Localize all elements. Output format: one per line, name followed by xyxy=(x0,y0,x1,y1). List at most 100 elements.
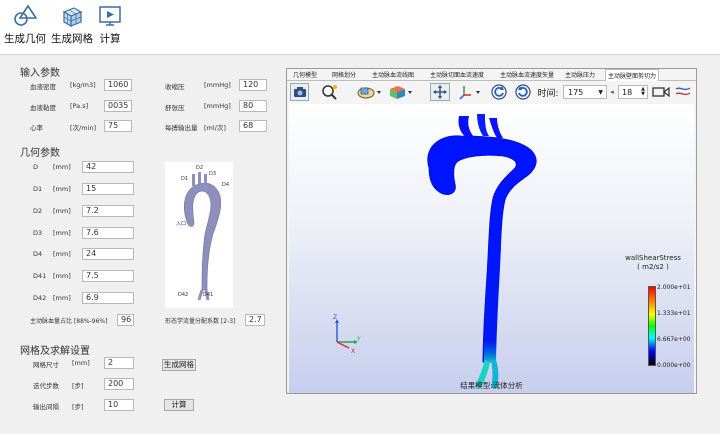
blood-density-unit: [kg/m3] xyxy=(70,81,96,89)
heart-rate-input[interactable]: 75 xyxy=(104,120,132,132)
d2-input[interactable]: 7.2 xyxy=(82,205,134,217)
flow-field-button[interactable] xyxy=(673,83,693,101)
diastolic-pressure-label: 舒张压 xyxy=(165,104,185,112)
mesh-params-title: 网格及求解设置 xyxy=(20,346,90,357)
flow-factor-label: 形态学流量分配系数 [2-3] xyxy=(165,318,236,325)
mesh-size-input[interactable]: 2 xyxy=(104,357,134,369)
d4-label: D4 xyxy=(33,250,43,258)
d4-input[interactable]: 24 xyxy=(82,248,134,260)
rotate-right-icon xyxy=(515,84,531,100)
d42-label: D42 xyxy=(33,294,47,302)
blood-density-input[interactable]: 1060 xyxy=(104,79,132,91)
geometry-params-title: 几何参数 xyxy=(20,148,60,159)
parameter-panel: 输入参数 血液密度 [kg/m3] 1060 收缩压 [mmHg] 120 血液… xyxy=(0,56,283,434)
color-map-button[interactable] xyxy=(387,83,415,101)
output-interval-label: 输出间隔 xyxy=(33,403,59,411)
time-select-arrows-icon[interactable]: ◂ xyxy=(609,83,615,101)
flow-field-icon xyxy=(675,87,691,96)
axis-y-label: Y xyxy=(357,336,361,343)
d41-unit: [mm] xyxy=(53,272,71,280)
d41-label: D41 xyxy=(33,272,47,280)
output-interval-unit: [步] xyxy=(72,403,84,411)
legend-tick-min: 0.000e+00 xyxy=(657,362,691,369)
move-arrows-icon xyxy=(433,85,447,99)
tab-mesh[interactable]: 网格划分 xyxy=(332,70,356,79)
tab-section-velocity[interactable]: 主动脉切面血流速度 xyxy=(430,70,484,79)
panel-calculate-button[interactable]: 计算 xyxy=(164,399,194,411)
time-select-value: 175 xyxy=(568,87,584,97)
generate-mesh-button[interactable]: 生成网格 xyxy=(51,2,93,46)
tab-pressure[interactable]: 主动脉压力 xyxy=(565,70,595,79)
flow-factor-input[interactable]: 2.7 xyxy=(245,314,265,326)
time-label: 时间: xyxy=(537,88,559,99)
iterations-input[interactable]: 200 xyxy=(104,378,134,390)
result-tabs: 几何模型 网格划分 主动脉血流线图 主动脉切面血流速度 主动脉血流速度矢量 主动… xyxy=(287,69,696,82)
camera-button[interactable] xyxy=(290,83,309,101)
rotate-left-button[interactable] xyxy=(489,83,509,101)
d3-input[interactable]: 7.6 xyxy=(82,227,134,239)
generate-geometry-label: 生成几何 xyxy=(4,33,46,45)
tab-streamlines[interactable]: 主动脉血流线图 xyxy=(372,70,414,79)
stroke-volume-input[interactable]: 68 xyxy=(239,120,267,132)
d2-unit: [mm] xyxy=(53,207,71,215)
time-select[interactable]: 175 ▼ xyxy=(563,85,607,99)
legend-tick-3: 6.667e+00 xyxy=(657,336,691,343)
camera-icon xyxy=(293,87,306,97)
step-spinner-value: 18 xyxy=(622,87,633,97)
rotate-right-button[interactable] xyxy=(513,83,533,101)
blood-viscosity-unit: [Pa.s] xyxy=(70,102,89,110)
diagram-d4-label: D4 xyxy=(222,182,230,188)
calculate-label: 计算 xyxy=(99,33,121,45)
color-cube-icon xyxy=(390,86,412,99)
tab-geometry-model[interactable]: 几何模型 xyxy=(293,70,317,79)
systolic-pressure-unit: [mmHg] xyxy=(204,81,231,89)
surface-render-icon xyxy=(357,87,381,99)
d1-input[interactable]: 15 xyxy=(82,183,134,195)
calculate-button[interactable]: 计算 xyxy=(97,2,123,46)
blood-density-label: 血液密度 xyxy=(30,83,56,91)
diastolic-pressure-input[interactable]: 80 xyxy=(239,100,267,112)
panel-generate-mesh-button[interactable]: 生成网格 xyxy=(162,359,196,371)
input-params-title: 输入参数 xyxy=(20,68,60,79)
video-camera-icon xyxy=(652,86,670,98)
axis-z-label: Z xyxy=(333,314,338,321)
zoom-button[interactable] xyxy=(319,83,341,101)
iterations-label: 迭代步数 xyxy=(33,382,59,390)
legend-tick-2: 1.333e+01 xyxy=(657,310,691,317)
diagram-d1-label: D1 xyxy=(181,176,189,182)
3d-viewport[interactable]: Z Y X wallShearStress ( m2/s2 ) 2.000e+0… xyxy=(289,104,694,393)
d42-input[interactable]: 6.9 xyxy=(82,292,134,304)
record-video-button[interactable] xyxy=(651,83,671,101)
stroke-volume-unit: [ml/次] xyxy=(204,124,226,132)
tab-velocity-vectors[interactable]: 主动脉血流速度矢量 xyxy=(500,70,554,79)
d-unit: [mm] xyxy=(53,163,71,171)
d41-input[interactable]: 7.5 xyxy=(82,270,134,282)
d42-unit: [mm] xyxy=(53,294,71,302)
d3-label: D3 xyxy=(33,229,43,237)
d1-unit: [mm] xyxy=(53,185,71,193)
surface-render-button[interactable] xyxy=(355,83,383,101)
geometry-diagram: D1 D2 D3 D4 入口 D42 D41 xyxy=(165,162,233,308)
diagram-inlet-label: 入口 xyxy=(176,221,187,227)
pan-button[interactable] xyxy=(430,83,450,101)
step-spinner[interactable]: 18 ▲ ▼ xyxy=(618,85,648,99)
aorta-ratio-input[interactable]: 96 xyxy=(117,314,134,326)
ribbon-toolbar: 生成几何 生成网格 计算 xyxy=(0,0,720,55)
legend-title-line2: ( m2/s2 ) xyxy=(637,263,669,271)
axis-x-label: X xyxy=(351,348,356,355)
diagram-d3-label: D3 xyxy=(209,171,217,177)
blood-viscosity-input[interactable]: 0035 xyxy=(104,100,132,112)
axes-view-button[interactable] xyxy=(457,83,483,101)
d-input[interactable]: 42 xyxy=(82,161,134,173)
output-interval-input[interactable]: 10 xyxy=(104,399,134,411)
generate-geometry-button[interactable]: 生成几何 xyxy=(4,2,46,46)
diagram-d41-label: D41 xyxy=(203,292,214,298)
systolic-pressure-input[interactable]: 120 xyxy=(239,79,267,91)
generate-mesh-label: 生成网格 xyxy=(51,33,93,45)
d4-unit: [mm] xyxy=(53,250,71,258)
viewport-caption: 结果模型:流体分析 xyxy=(460,381,523,390)
heart-rate-label: 心率 xyxy=(30,124,43,132)
rotate-left-icon xyxy=(491,84,507,100)
stroke-volume-label: 每搏输出量 xyxy=(165,124,198,132)
mesh-size-label: 网格尺寸 xyxy=(33,361,59,369)
